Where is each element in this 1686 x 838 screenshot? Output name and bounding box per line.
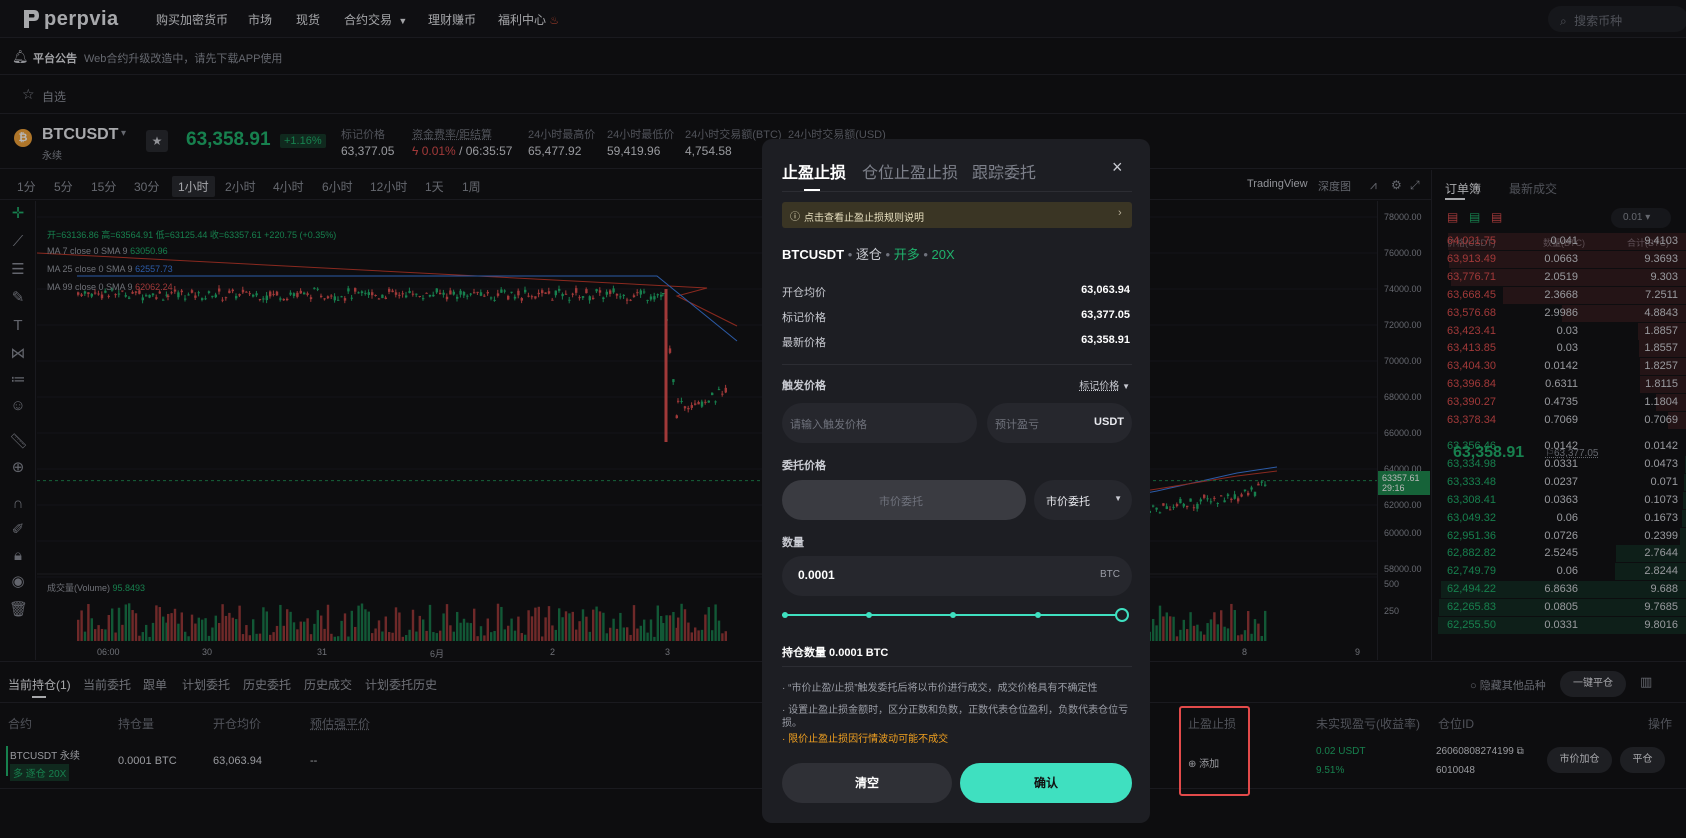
position-summary: BTCUSDT • 逐仓 • 开多 • 20X [782, 244, 955, 263]
chevron-right-icon: › [1118, 207, 1122, 219]
modal-tab-tpsl[interactable]: 止盈止损 [782, 159, 846, 183]
pnl-unit: USDT [1094, 416, 1124, 428]
note-1: · “市价止盈/止损”触发委托后将以市价进行成交，成交价格具有不确定性 [782, 682, 1132, 695]
divider [782, 364, 1132, 365]
note-1-text: “市价止盈/止损”触发委托后将以市价进行成交，成交价格具有不确定性 [788, 683, 1097, 694]
divider [782, 191, 1132, 192]
row-value-mark: 63,377.05 [1081, 309, 1130, 321]
trigger-type-select[interactable]: 标记价格 ▼ [1079, 377, 1130, 392]
divider [782, 666, 1132, 667]
modal-tab-trailing[interactable]: 跟踪委托 [972, 159, 1036, 183]
slider-mark-25[interactable] [866, 612, 872, 618]
trigger-label: 触发价格 [782, 377, 826, 393]
order-price-placeholder: 市价委托 [879, 493, 923, 509]
quantity-input[interactable]: 0.0001 BTC [782, 556, 1132, 596]
modal-tab-position-tpsl[interactable]: 仓位止盈止损 [862, 159, 958, 183]
quantity-value: 0.0001 [798, 568, 835, 582]
modal-margin-mode: 逐仓 [856, 247, 882, 262]
trigger-price-input[interactable]: 请输入触发价格 [782, 403, 977, 443]
modal-leverage: 20X [932, 247, 955, 262]
slider-mark-0[interactable] [782, 612, 788, 618]
quantity-unit: BTC [1100, 569, 1120, 580]
note-2-text: 设置止盈止损金额时，区分正数和负数，正数代表仓位盈利，负数代表仓位亏损。 [782, 705, 1128, 729]
modal-direction: 开多 [894, 247, 920, 262]
slider-handle[interactable] [1115, 608, 1129, 622]
slider-mark-75[interactable] [1035, 612, 1041, 618]
quantity-label: 数量 [782, 534, 804, 550]
row-value-entry: 63,063.94 [1081, 284, 1130, 296]
clear-button[interactable]: 清空 [782, 763, 952, 803]
tpsl-highlight-box [1179, 706, 1250, 796]
order-price-label: 委托价格 [782, 457, 826, 473]
trigger-type-value: 标记价格 [1079, 381, 1119, 392]
close-icon[interactable]: × [1112, 157, 1123, 178]
row-value-last: 63,358.91 [1081, 334, 1130, 346]
caret-down-icon: ▼ [1122, 382, 1130, 391]
confirm-button[interactable]: 确认 [960, 763, 1132, 803]
pnl-placeholder: 预计盈亏 [995, 416, 1039, 432]
info-banner-text: 点击查看止盈止损规则说明 [804, 209, 924, 224]
note-warning-text: 限价止盈止损因行情波动可能不成交 [788, 734, 948, 745]
caret-down-icon: ▼ [1114, 494, 1122, 503]
tpsl-modal: 止盈止损 仓位止盈止损 跟踪委托 × ⓘ 点击查看止盈止损规则说明 › BTCU… [762, 139, 1150, 823]
note-warning: · 限价止盈止损因行情波动可能不成交 [782, 733, 1132, 746]
info-icon: ⓘ [790, 208, 800, 223]
expected-pnl-input[interactable]: 预计盈亏 USDT [987, 403, 1132, 443]
note-2: · 设置止盈止损金额时，区分正数和负数，正数代表仓位盈利，负数代表仓位亏损。 [782, 704, 1132, 730]
info-banner[interactable]: ⓘ 点击查看止盈止损规则说明 › [782, 202, 1132, 228]
slider-mark-50[interactable] [950, 612, 956, 618]
trigger-price-placeholder: 请输入触发价格 [790, 416, 867, 432]
order-price-input: 市价委托 [782, 480, 1026, 520]
hold-quantity: 持仓数量 0.0001 BTC [782, 644, 888, 660]
modal-pair: BTCUSDT [782, 247, 844, 262]
quantity-slider[interactable] [782, 608, 1122, 622]
row-label-entry: 开仓均价 [782, 284, 826, 300]
order-type-select[interactable]: 市价委托 ▼ [1034, 480, 1132, 520]
row-label-last: 最新价格 [782, 334, 826, 350]
row-label-mark: 标记价格 [782, 309, 826, 325]
order-type-value: 市价委托 [1046, 493, 1090, 509]
